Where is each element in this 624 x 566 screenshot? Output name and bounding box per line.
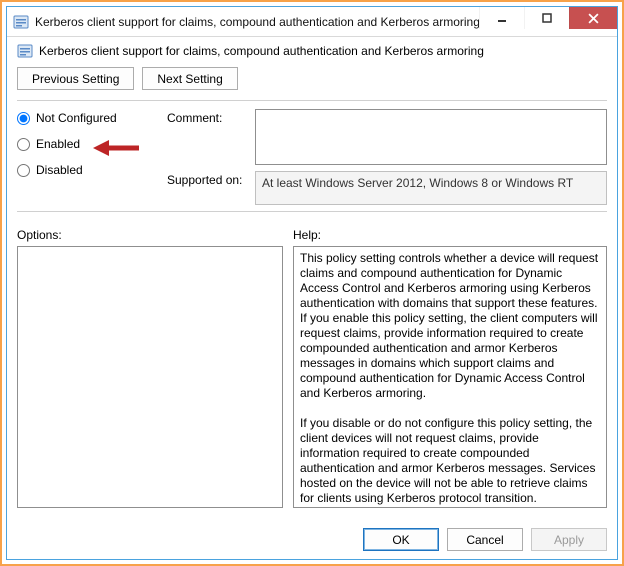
close-button[interactable] [569, 7, 617, 29]
help-label: Help: [293, 228, 607, 242]
content-area: Kerberos client support for claims, comp… [7, 37, 617, 518]
help-column: Help: This policy setting controls wheth… [293, 228, 607, 508]
radio-enabled-label: Enabled [36, 137, 80, 151]
titlebar[interactable]: Kerberos client support for claims, comp… [7, 7, 617, 37]
options-label: Options: [17, 228, 283, 242]
maximize-button[interactable] [524, 7, 569, 29]
radio-not-configured[interactable]: Not Configured [17, 111, 147, 125]
right-column: Comment: Supported on: [167, 109, 607, 205]
lower-panels: Options: Help: This policy setting contr… [17, 228, 607, 508]
dialog-window: Kerberos client support for claims, comp… [6, 6, 618, 560]
divider [17, 100, 607, 101]
footer-buttons: OK Cancel Apply [7, 518, 617, 559]
apply-button: Apply [531, 528, 607, 551]
options-box[interactable] [17, 246, 283, 508]
ok-button[interactable]: OK [363, 528, 439, 551]
radio-not-configured-label: Not Configured [36, 111, 117, 125]
radio-disabled-input[interactable] [17, 164, 30, 177]
radio-enabled-input[interactable] [17, 138, 30, 151]
config-row: Not Configured Enabled Disabled Commen [17, 109, 607, 205]
subtitle-text: Kerberos client support for claims, comp… [39, 44, 484, 58]
policy-icon [17, 43, 33, 59]
radio-disabled[interactable]: Disabled [17, 163, 147, 177]
next-setting-button[interactable]: Next Setting [142, 67, 237, 90]
radio-disabled-label: Disabled [36, 163, 83, 177]
cancel-button[interactable]: Cancel [447, 528, 523, 551]
supported-on-value [255, 171, 607, 205]
window-controls [479, 7, 617, 36]
supported-block: Supported on: [167, 171, 607, 205]
window-title: Kerberos client support for claims, comp… [35, 15, 479, 29]
comment-input[interactable] [255, 109, 607, 165]
radio-enabled[interactable]: Enabled [17, 137, 147, 151]
radio-not-configured-input[interactable] [17, 112, 30, 125]
previous-setting-button[interactable]: Previous Setting [17, 67, 134, 90]
nav-row: Previous Setting Next Setting [17, 67, 607, 90]
policy-icon [13, 14, 29, 30]
state-radios: Not Configured Enabled Disabled [17, 109, 147, 205]
options-column: Options: [17, 228, 283, 508]
comment-label: Comment: [167, 109, 247, 165]
comment-block: Comment: [167, 109, 607, 165]
subtitle-row: Kerberos client support for claims, comp… [17, 43, 607, 59]
divider [17, 211, 607, 212]
help-box[interactable]: This policy setting controls whether a d… [293, 246, 607, 508]
supported-on-label: Supported on: [167, 171, 247, 205]
minimize-button[interactable] [479, 7, 524, 29]
